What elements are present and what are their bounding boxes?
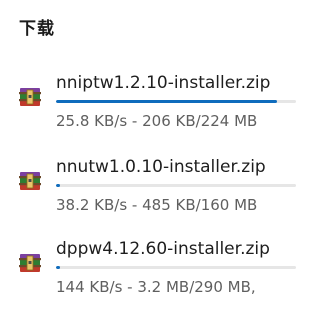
downloads-panel: 下载 nniptw1.2.10-installer.zip 25.8 KB/s … <box>0 0 296 315</box>
download-item[interactable]: dppw4.12.60-installer.zip 144 KB/s - 3.2… <box>0 239 296 326</box>
download-progress-bar <box>56 100 296 103</box>
download-status: 25.8 KB/s - 206 KB/224 MB <box>56 112 258 130</box>
panel-title: 下载 <box>19 19 55 39</box>
download-filename[interactable]: nnutw1.0.10-installer.zip <box>56 157 266 177</box>
download-progress-bar <box>56 266 296 269</box>
download-status: 144 KB/s - 3.2 MB/290 MB, <box>56 278 256 296</box>
download-item[interactable]: nnutw1.0.10-installer.zip 38.2 KB/s - 48… <box>0 157 296 244</box>
download-progress-bar <box>56 184 296 187</box>
download-item[interactable]: nniptw1.2.10-installer.zip 25.8 KB/s - 2… <box>0 73 296 160</box>
winrar-archive-icon <box>19 88 41 106</box>
download-progress-fill <box>56 100 277 103</box>
winrar-archive-icon <box>19 172 41 190</box>
download-progress-fill <box>56 184 60 187</box>
download-filename[interactable]: dppw4.12.60-installer.zip <box>56 239 270 259</box>
winrar-archive-icon <box>19 254 41 272</box>
download-progress-fill <box>56 266 60 269</box>
download-filename[interactable]: nniptw1.2.10-installer.zip <box>56 73 270 93</box>
download-status: 38.2 KB/s - 485 KB/160 MB <box>56 196 258 214</box>
